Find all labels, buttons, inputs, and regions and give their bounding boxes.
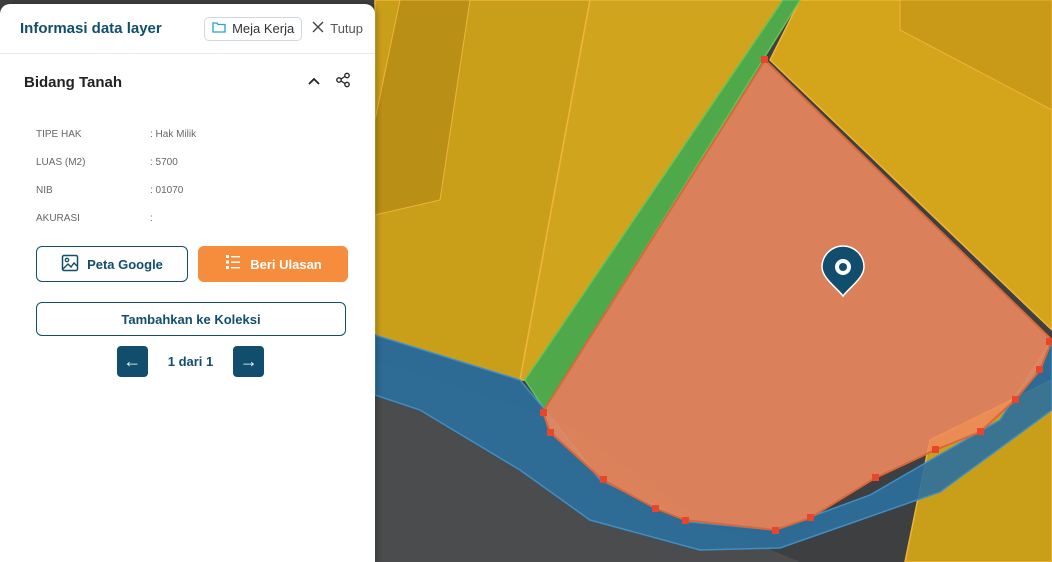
attribute-value: : <box>150 212 153 224</box>
attribute-key: LUAS (M2) <box>36 156 86 168</box>
panel-header: Informasi data layer Meja Kerja Tutup <box>0 4 375 54</box>
close-button[interactable]: Tutup <box>312 21 363 36</box>
attribute-row: NIB : 01070 <box>36 176 375 204</box>
add-to-collection-button[interactable]: Tambahkan ke Koleksi <box>36 302 346 336</box>
attribute-value: : Hak Milik <box>150 128 197 140</box>
next-page-button[interactable]: → <box>233 346 265 377</box>
arrow-right-icon: → <box>239 351 258 371</box>
attribute-key: NIB <box>36 184 53 196</box>
google-map-label: Peta Google <box>87 256 163 272</box>
attribute-row: LUAS (M2) : 5700 <box>36 148 375 176</box>
share-icon[interactable] <box>335 72 351 93</box>
pagination: ← 1 dari 1 → <box>0 346 375 377</box>
review-button[interactable]: Beri Ulasan <box>198 246 348 282</box>
section-header: Bidang Tanah <box>0 54 375 110</box>
layer-info-panel: Informasi data layer Meja Kerja Tutup Bi… <box>0 4 375 562</box>
review-label: Beri Ulasan <box>250 256 322 272</box>
attribute-row: AKURASI : <box>36 204 375 232</box>
add-to-collection-label: Tambahkan ke Koleksi <box>121 311 261 327</box>
page-indicator: 1 dari 1 <box>167 354 214 369</box>
chevron-up-icon[interactable] <box>307 73 321 91</box>
workspace-label: Meja Kerja <box>232 21 295 36</box>
attribute-row: TIPE HAK : Hak Milik <box>36 120 375 148</box>
section-title: Bidang Tanah <box>24 73 123 91</box>
image-icon <box>61 254 79 275</box>
attribute-value: : 5700 <box>150 156 178 168</box>
attribute-value: : 01070 <box>150 184 184 196</box>
action-buttons: Peta Google Beri Ulasan <box>0 232 375 282</box>
review-icon <box>224 254 242 275</box>
google-map-button[interactable]: Peta Google <box>36 246 188 282</box>
close-label: Tutup <box>330 21 363 36</box>
attribute-key: AKURASI <box>36 212 80 224</box>
prev-page-button[interactable]: ← <box>116 346 148 377</box>
attribute-list: TIPE HAK : Hak Milik LUAS (M2) : 5700 NI… <box>0 110 375 232</box>
folder-icon <box>212 21 226 36</box>
close-icon <box>312 21 324 36</box>
arrow-left-icon: ← <box>123 351 142 371</box>
app-root: Informasi data layer Meja Kerja Tutup Bi… <box>0 0 1052 562</box>
panel-title: Informasi data layer <box>20 20 162 37</box>
workspace-button[interactable]: Meja Kerja <box>204 16 303 41</box>
attribute-key: TIPE HAK <box>36 128 82 140</box>
